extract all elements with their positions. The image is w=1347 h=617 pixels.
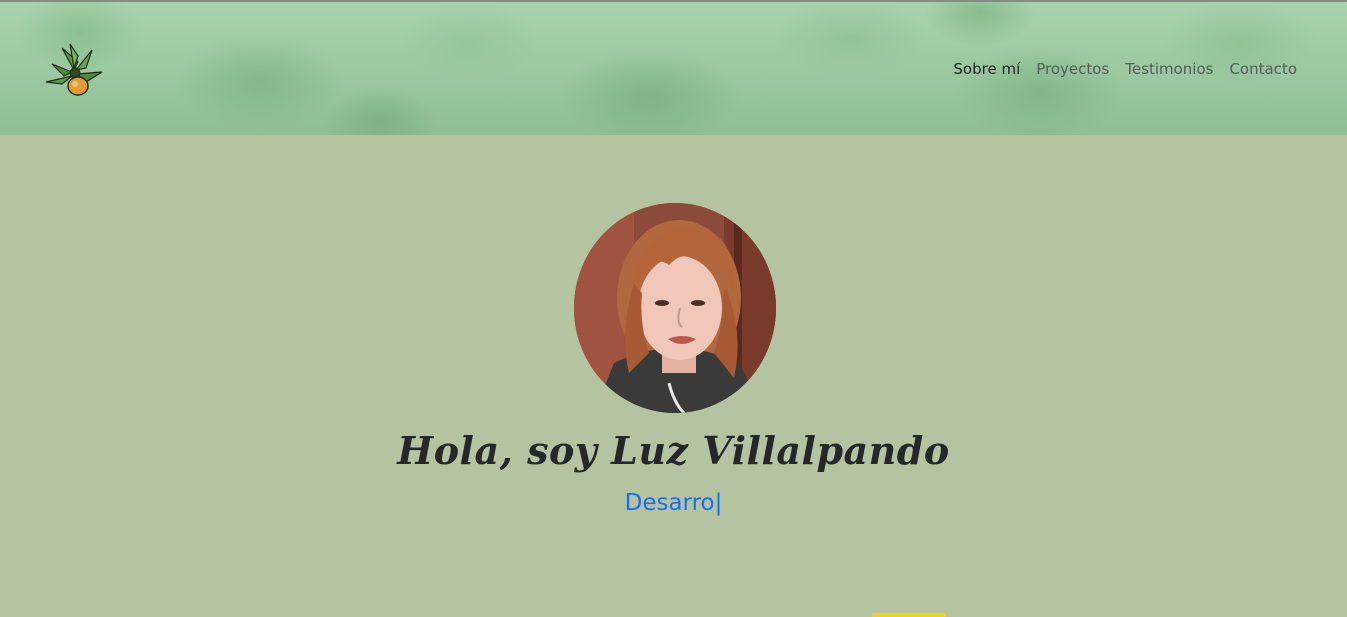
nav-link-proyectos[interactable]: Proyectos xyxy=(1036,60,1109,78)
profile-photo xyxy=(574,203,776,413)
hero-title: Hola, soy Luz Villalpando xyxy=(397,428,950,473)
nav-link-sobre-mi[interactable]: Sobre mí xyxy=(953,60,1020,78)
site-header: Sobre mí Proyectos Testimonios Contacto xyxy=(0,0,1347,135)
nav-link-testimonios[interactable]: Testimonios xyxy=(1125,60,1213,78)
main-nav: Sobre mí Proyectos Testimonios Contacto xyxy=(953,60,1297,78)
bottom-accent-bar xyxy=(872,613,946,617)
typed-role-value: Desarro xyxy=(624,490,715,516)
typing-cursor: | xyxy=(714,490,723,516)
typed-role-text: Desarro| xyxy=(0,490,1347,516)
potted-plant-logo[interactable] xyxy=(42,42,106,98)
nav-link-contacto[interactable]: Contacto xyxy=(1229,60,1297,78)
